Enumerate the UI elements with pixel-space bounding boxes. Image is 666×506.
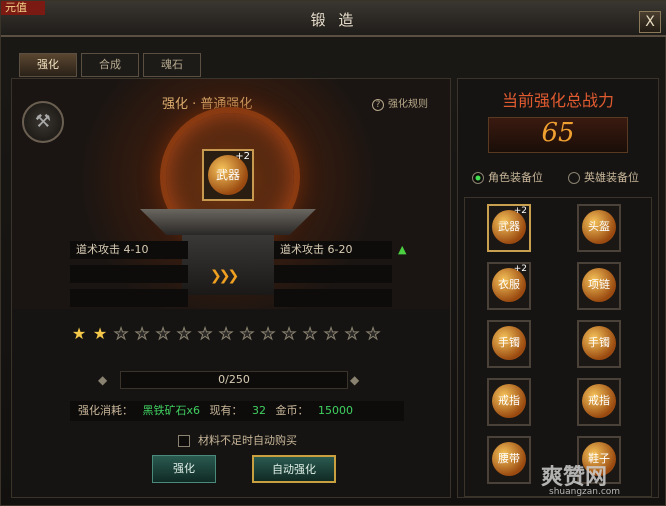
star-icon: ★: [197, 324, 213, 343]
star-icon: ★: [365, 324, 381, 343]
bar-cap-right-icon: ◆: [350, 373, 360, 387]
gold-label: 金币：: [275, 404, 309, 417]
equipment-slot[interactable]: 戒指: [487, 378, 531, 426]
help-link[interactable]: ? 强化规则: [372, 95, 428, 111]
star-icon: ★: [281, 324, 297, 343]
equipment-name: 腰带: [492, 442, 526, 476]
equipment-slot[interactable]: 头盔: [577, 204, 621, 252]
equipment-name: 项链: [582, 268, 616, 302]
materials-item: 黑铁矿石x6: [142, 404, 201, 417]
power-value: 65: [488, 117, 628, 153]
gold-value: 15000: [318, 404, 354, 417]
tab-soulstone[interactable]: 魂石: [143, 53, 201, 77]
chevron-right-icon: ❯❯❯: [210, 268, 239, 284]
equipment-grid: 武器 +2 头盔 衣服 +2 项链 手镯 手镯 戒指 戒指 腰带 鞋子: [464, 197, 652, 497]
star-icon: ★: [113, 324, 129, 343]
equipment-slot[interactable]: 武器 +2: [487, 204, 531, 252]
star-icon: ★: [239, 324, 255, 343]
hero-position-label: 英雄装备位: [584, 171, 639, 184]
forge-window: 元值 锻 造 X 强化 合成 魂石 ⚒ 强化 · 普通强化 ? 强化规则 武器 +…: [0, 0, 666, 506]
star-icon: ★: [176, 324, 192, 343]
star-icon: ★: [260, 324, 276, 343]
star-icon: ★: [344, 324, 360, 343]
equipment-level: +2: [513, 264, 527, 274]
stat-row-empty: [274, 289, 392, 307]
next-stat: 道术攻击 6-20: [274, 241, 392, 259]
star-icon: ★: [323, 324, 339, 343]
current-stat: 道术攻击 4-10: [70, 241, 188, 259]
help-label: 强化规则: [388, 99, 428, 110]
equipment-slot[interactable]: 手镯: [577, 320, 621, 368]
auto-buy-checkbox[interactable]: [178, 435, 190, 447]
star-icon: ★: [92, 324, 108, 343]
auto-buy-label: 材料不足时自动购买: [198, 434, 297, 447]
materials-row: 强化消耗： 黑铁矿石x6 现有： 32 金币： 15000: [70, 401, 404, 421]
star-icon: ★: [218, 324, 234, 343]
title-bar: 元值 锻 造 X: [1, 1, 666, 37]
up-arrow-icon: ▲: [398, 243, 407, 256]
stat-row-empty: [70, 265, 188, 283]
equipment-name: 戒指: [582, 384, 616, 418]
stat-row-empty: [274, 265, 392, 283]
equipment-slot[interactable]: 衣服 +2: [487, 262, 531, 310]
equipment-name: 戒指: [492, 384, 526, 418]
tab-enhance[interactable]: 强化: [19, 53, 77, 77]
item-level: +2: [235, 151, 250, 162]
star-icon: ★: [155, 324, 171, 343]
watermark-url: shuangzan.com: [549, 487, 621, 497]
radio-dot-icon: [472, 172, 484, 184]
radio-dot-icon: [568, 172, 580, 184]
equipment-panel: 当前强化总战力 65 角色装备位 英雄装备位 武器 +2 头盔衣服 +2 项链手镯 手镯戒…: [457, 78, 659, 498]
enhance-button[interactable]: 强化: [152, 455, 216, 483]
auto-buy-option[interactable]: 材料不足时自动购买: [178, 432, 297, 448]
equipment-name: 手镯: [492, 326, 526, 360]
star-icon: ★: [71, 324, 87, 343]
role-position-radio[interactable]: 角色装备位: [472, 169, 543, 185]
materials-label: 强化消耗：: [78, 404, 133, 417]
equipment-slot[interactable]: 腰带: [487, 436, 531, 484]
equipment-name: 手镯: [582, 326, 616, 360]
enhance-panel: ⚒ 强化 · 普通强化 ? 强化规则 武器 +2 道术攻击 4-10 道术攻击 6…: [11, 78, 451, 498]
tab-synthesize[interactable]: 合成: [81, 53, 139, 77]
equipment-level: +2: [513, 206, 527, 216]
power-title: 当前强化总战力: [501, 91, 614, 110]
stat-row-empty: [70, 289, 188, 307]
hero-position-radio[interactable]: 英雄装备位: [568, 169, 639, 185]
equipment-slot[interactable]: 戒指: [577, 378, 621, 426]
role-position-label: 角色装备位: [488, 171, 543, 184]
forge-area: ⚒ 强化 · 普通强化 ? 强化规则 武器 +2 道术攻击 4-10 道术攻击 6…: [12, 79, 450, 309]
hammer-icon[interactable]: ⚒: [22, 101, 64, 143]
equipment-slot[interactable]: 项链: [577, 262, 621, 310]
close-button[interactable]: X: [639, 11, 661, 33]
equipment-name: 头盔: [582, 210, 616, 244]
auto-enhance-button[interactable]: 自动强化: [252, 455, 336, 483]
star-icon: ★: [134, 324, 150, 343]
owned-value: 32: [252, 404, 267, 417]
equipment-slot[interactable]: 手镯: [487, 320, 531, 368]
bar-cap-left-icon: ◆: [98, 373, 108, 387]
target-item-slot[interactable]: 武器 +2: [202, 149, 254, 201]
question-icon: ?: [372, 99, 384, 111]
progress-bar: 0/250: [120, 371, 348, 389]
star-icon: ★: [302, 324, 318, 343]
owned-label: 现有：: [209, 404, 243, 417]
window-title: 锻 造: [310, 11, 358, 29]
